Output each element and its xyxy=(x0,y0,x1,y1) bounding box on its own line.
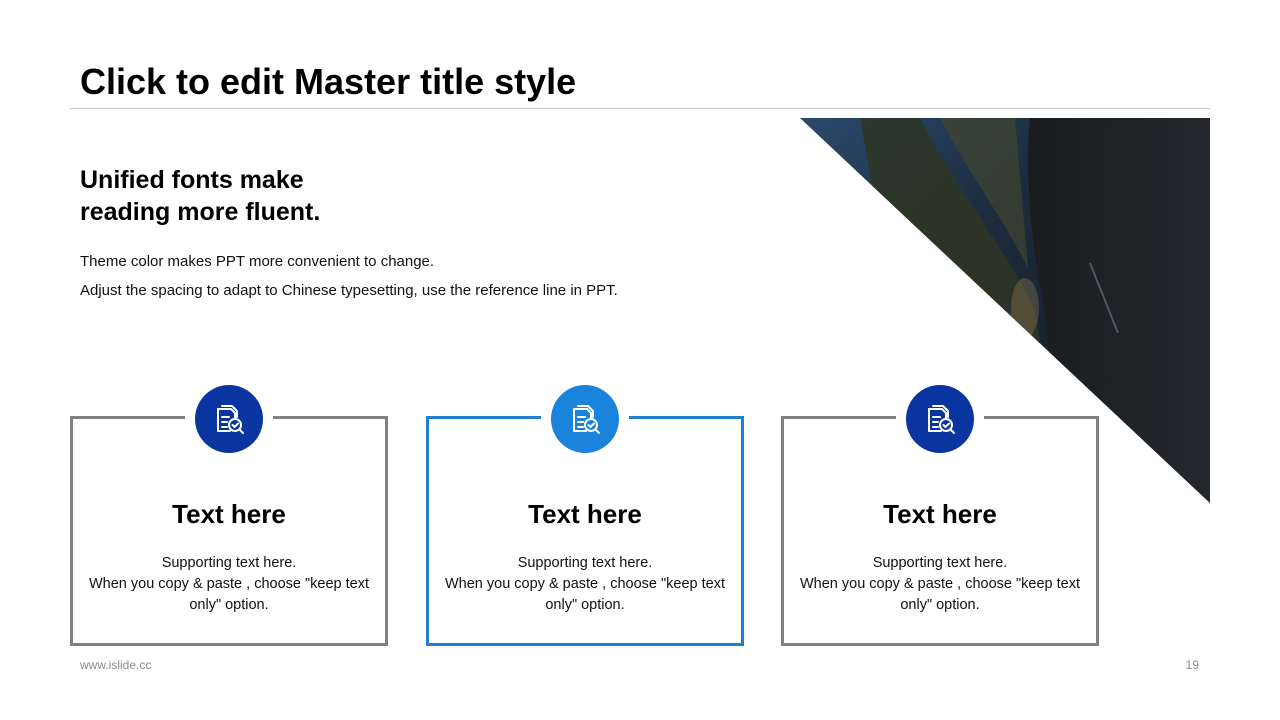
card-icon-holder xyxy=(896,383,984,455)
card-text[interactable]: Supporting text here. When you copy & pa… xyxy=(441,553,729,616)
card-text-line-1: Supporting text here. xyxy=(872,555,1008,571)
card-text[interactable]: Supporting text here. When you copy & pa… xyxy=(796,553,1084,616)
card-text-line-1: Supporting text here. xyxy=(517,555,653,571)
section-heading[interactable]: Unified fonts make reading more fluent. xyxy=(80,164,400,228)
heading-line-2: reading more fluent. xyxy=(80,198,321,226)
footer-url: www.islide.cc xyxy=(80,658,152,672)
document-search-icon xyxy=(551,385,619,453)
card-text-line-2: When you copy & paste , choose "keep tex… xyxy=(799,576,1080,613)
card-text[interactable]: Supporting text here. When you copy & pa… xyxy=(85,553,373,616)
card-text-line-1: Supporting text here. xyxy=(161,555,297,571)
body-line-1: Theme color makes PPT more convenient to… xyxy=(80,253,435,270)
card-title[interactable]: Text here xyxy=(429,499,741,530)
card-icon-holder xyxy=(541,383,629,455)
body-text[interactable]: Theme color makes PPT more convenient to… xyxy=(80,247,620,305)
page-number: 19 xyxy=(1185,658,1199,672)
card-title[interactable]: Text here xyxy=(784,499,1096,530)
slide: Click to edit Master title style Unified… xyxy=(0,0,1280,720)
card-text-line-2: When you copy & paste , choose "keep tex… xyxy=(88,576,369,613)
card-title[interactable]: Text here xyxy=(73,499,385,530)
card-text-line-2: When you copy & paste , choose "keep tex… xyxy=(444,576,725,613)
title-divider xyxy=(70,108,1210,109)
feature-card-3[interactable]: Text here Supporting text here. When you… xyxy=(781,383,1099,646)
card-icon-holder xyxy=(185,383,273,455)
document-search-icon xyxy=(195,385,263,453)
document-search-icon xyxy=(906,385,974,453)
slide-title[interactable]: Click to edit Master title style xyxy=(80,60,576,104)
feature-card-2[interactable]: Text here Supporting text here. When you… xyxy=(426,383,744,646)
heading-line-1: Unified fonts make xyxy=(80,166,304,194)
feature-card-1[interactable]: Text here Supporting text here. When you… xyxy=(70,383,388,646)
body-line-2: Adjust the spacing to adapt to Chinese t… xyxy=(80,282,618,299)
